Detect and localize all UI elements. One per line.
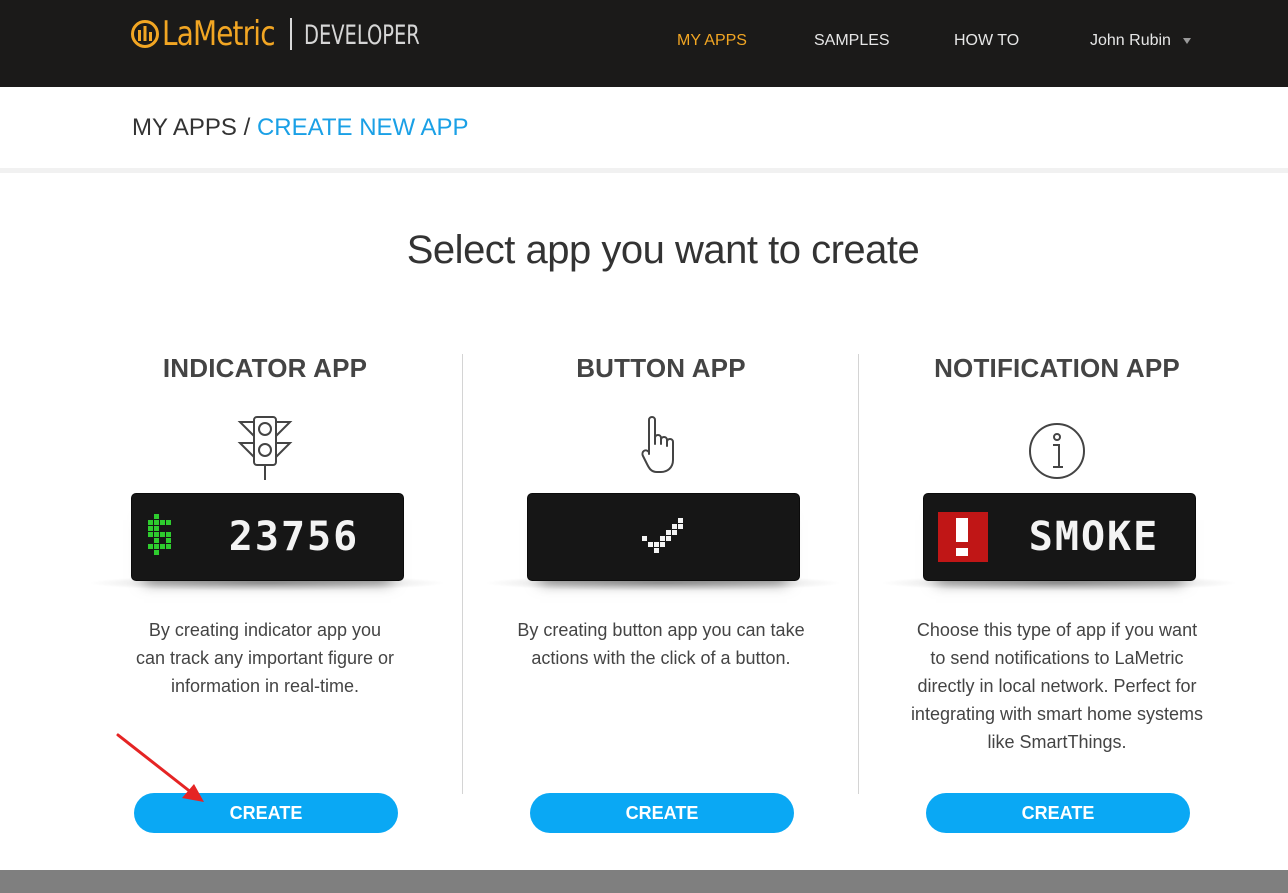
description-line: directly in local network. Perfect for bbox=[917, 676, 1197, 696]
user-menu[interactable]: John Rubin bbox=[1090, 32, 1171, 50]
breadcrumb-current: CREATE NEW APP bbox=[256, 114, 469, 141]
chevron-down-icon[interactable] bbox=[1183, 38, 1191, 44]
description-line: can track any important figure or bbox=[135, 648, 395, 668]
info-icon bbox=[1029, 423, 1085, 479]
breadcrumb: MY APPS / CREATE NEW APP bbox=[132, 114, 469, 142]
alert-glyph bbox=[938, 512, 988, 562]
button-app-title: BUTTON APP bbox=[576, 353, 746, 383]
description-line: actions with the click of a button. bbox=[531, 648, 791, 668]
button-app-description: By creating button app you can take acti… bbox=[463, 616, 859, 672]
lametric-device-display: SMOKE bbox=[924, 494, 1195, 580]
lametric-device-display bbox=[528, 494, 799, 580]
nav-how-to[interactable]: HOW TO bbox=[954, 32, 1019, 50]
display-value: SMOKE bbox=[1029, 514, 1159, 560]
description-line: By creating indicator app you bbox=[148, 620, 382, 640]
lametric-logo-icon bbox=[131, 20, 159, 48]
pixel-display: 23756 bbox=[148, 514, 359, 560]
dollar-glyph bbox=[148, 514, 171, 555]
logo-divider bbox=[290, 18, 292, 50]
notification-icon-wrap bbox=[859, 414, 1255, 486]
nav-samples[interactable]: SAMPLES bbox=[814, 32, 890, 50]
indicator-app-description: By creating indicator app you can track … bbox=[67, 616, 463, 700]
notification-app-description: Choose this type of app if you want to s… bbox=[859, 616, 1255, 756]
create-button-app-button[interactable]: CREATE bbox=[530, 793, 794, 833]
pointing-hand-icon bbox=[641, 416, 674, 473]
breadcrumb-my-apps[interactable]: MY APPS bbox=[132, 114, 237, 141]
lametric-device-display: 23756 bbox=[132, 494, 403, 580]
check-glyph bbox=[642, 518, 683, 553]
indicator-icon-wrap bbox=[67, 414, 463, 486]
create-notification-app-button[interactable]: CREATE bbox=[926, 793, 1190, 833]
description-line: information in real-time. bbox=[170, 676, 360, 696]
notification-app-title: NOTIFICATION APP bbox=[934, 353, 1180, 383]
breadcrumb-separator: / bbox=[243, 114, 251, 141]
annotation-arrow-icon bbox=[116, 733, 204, 802]
pixel-display bbox=[642, 518, 683, 553]
page-title: Select app you want to create bbox=[406, 228, 920, 272]
top-navigation-bar: LaMetric DEVELOPER MY APPS SAMPLES HOW T… bbox=[0, 0, 1288, 87]
indicator-app-title: INDICATOR APP bbox=[162, 353, 368, 383]
description-line: By creating button app you can take bbox=[517, 620, 805, 640]
button-icon-wrap bbox=[463, 414, 859, 486]
description-line: integrating with smart home systems bbox=[910, 704, 1204, 724]
lametric-developer-logo[interactable]: LaMetric DEVELOPER bbox=[130, 14, 420, 54]
description-line: Choose this type of app if you want bbox=[916, 620, 1198, 640]
nav-my-apps[interactable]: MY APPS bbox=[677, 32, 747, 50]
footer-bar bbox=[0, 870, 1288, 893]
pixel-display: SMOKE bbox=[938, 512, 1159, 562]
description-line: to send notifications to LaMetric bbox=[930, 648, 1184, 668]
display-value: 23756 bbox=[229, 514, 359, 560]
logo-text: LaMetric bbox=[162, 14, 276, 54]
description-line: like SmartThings. bbox=[987, 732, 1127, 752]
logo-subtitle: DEVELOPER bbox=[304, 20, 420, 51]
traffic-light-icon bbox=[237, 416, 293, 480]
